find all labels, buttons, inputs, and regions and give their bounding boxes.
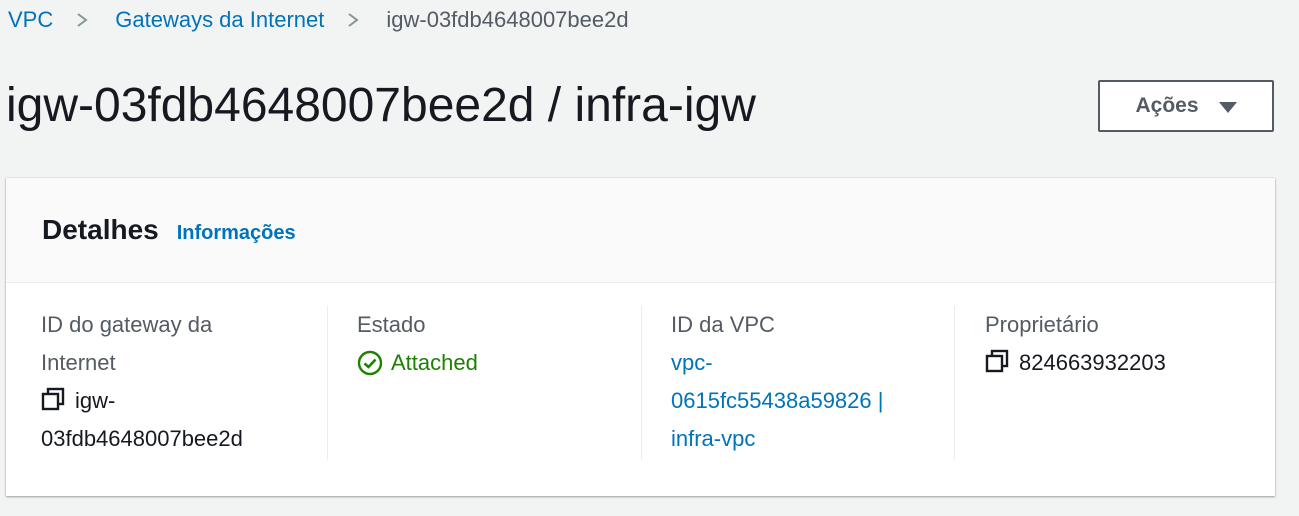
state-value-row: Attached [357,344,641,382]
gateway-id-label-line1: ID do gateway da [41,312,213,337]
owner-value: 824663932203 [1019,350,1166,375]
actions-dropdown-button[interactable]: Ações [1098,80,1274,132]
details-panel-header: Detalhes Informações [6,178,1275,283]
gateway-id-value-line1: igw- [75,388,116,413]
vpc-link-line2[interactable]: 0615fc55438a59826 | [671,382,954,420]
copy-icon[interactable] [985,349,1009,373]
chevron-right-icon [348,13,360,27]
column-gateway-id: ID do gateway da Internet igw- 03fdb4648… [41,306,327,460]
details-panel: Detalhes Informações ID do gateway da In… [6,178,1275,496]
chevron-right-icon [77,13,88,27]
breadcrumb-link-vpc[interactable]: VPC [8,7,53,33]
vpc-link-line3[interactable]: infra-vpc [671,420,954,458]
column-owner: Proprietário 824663932203 [954,306,1254,460]
breadcrumb: VPC Gateways da Internet igw-03fdb464800… [8,4,629,36]
column-vpc-id: ID da VPC vpc- 0615fc55438a59826 | infra… [641,306,954,460]
actions-button-label: Ações [1135,94,1199,117]
details-title: Detalhes [42,214,159,245]
gateway-id-value-line2: 03fdb4648007bee2d [41,426,243,451]
owner-label: Proprietário [985,312,1099,337]
details-columns: ID do gateway da Internet igw- 03fdb4648… [6,282,1275,496]
gateway-id-label-line2: Internet [41,350,116,375]
state-value: Attached [391,350,478,375]
check-circle-icon [357,350,383,376]
copy-icon[interactable] [41,387,65,411]
vpc-id-label: ID da VPC [671,312,775,337]
info-link[interactable]: Informações [177,222,296,245]
state-label: Estado [357,312,426,337]
column-state: Estado Attached [327,306,641,460]
breadcrumb-current: igw-03fdb4648007bee2d [386,7,629,32]
gateway-id-value-line1-row: igw- [41,382,327,420]
vpc-link-line1[interactable]: vpc- [671,344,954,382]
caret-down-icon [1218,101,1237,113]
owner-value-row: 824663932203 [985,344,1254,382]
breadcrumb-link-internet-gateways[interactable]: Gateways da Internet [115,7,324,33]
page-title: igw-03fdb4648007bee2d / infra-igw [6,79,756,132]
